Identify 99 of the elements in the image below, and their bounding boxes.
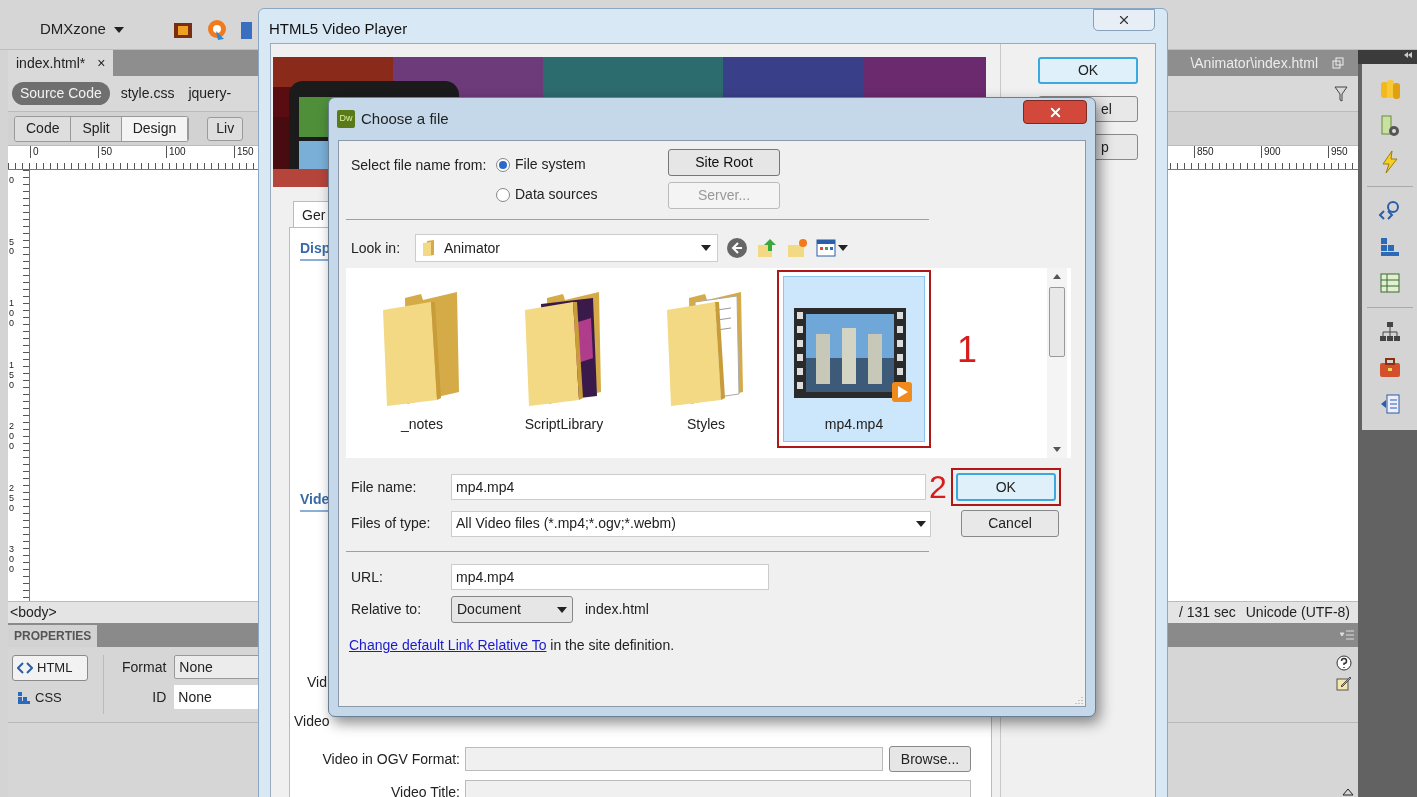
- site-definition-note: Change default Link Relative To in the site definition.: [349, 636, 676, 655]
- scrollbar[interactable]: [1047, 268, 1067, 458]
- relative-to-label: Relative to:: [351, 600, 423, 619]
- radio-button[interactable]: [496, 157, 510, 172]
- help-icon[interactable]: [1336, 655, 1352, 671]
- browse-button[interactable]: Browse...: [889, 746, 971, 772]
- file-item[interactable]: Styles: [635, 276, 777, 442]
- caret-icon: [916, 520, 926, 527]
- file-name-input[interactable]: mp4.mp4: [451, 474, 926, 500]
- scroll-down-icon[interactable]: [1053, 447, 1061, 452]
- radio-button[interactable]: [496, 187, 510, 202]
- panel-menu-icon[interactable]: [1340, 630, 1354, 640]
- app-badge: Dw: [337, 110, 355, 128]
- ruler-label: 850: [1194, 146, 1261, 158]
- ok-button[interactable]: OK: [955, 473, 1056, 501]
- table-icon[interactable]: [1377, 271, 1402, 295]
- ruler-label: 100: [9, 299, 15, 329]
- view-button[interactable]: Liv: [207, 116, 244, 141]
- callout-number: 2: [929, 471, 947, 503]
- file-type-select[interactable]: All Video files (*.mp4;*.ogv;*.webm): [451, 510, 931, 537]
- dialog-title: Choose a file: [361, 108, 449, 129]
- code-icon: [17, 662, 33, 674]
- change-link[interactable]: Change default Link Relative To: [349, 637, 547, 653]
- ruler-label: 150: [9, 360, 15, 391]
- property-mode-button[interactable]: CSS: [12, 685, 88, 711]
- sitemap-icon[interactable]: [1377, 320, 1402, 344]
- briefcase-icon[interactable]: [1377, 356, 1402, 380]
- format-label: Format: [122, 657, 167, 677]
- field-label: Video in OGV Format:: [321, 749, 460, 769]
- callout-number: 1: [957, 332, 978, 368]
- ruler-label: 200: [9, 422, 15, 452]
- properties-tab[interactable]: PROPERTIES: [8, 625, 98, 647]
- file-item[interactable]: mp4.mp4: [783, 276, 925, 442]
- related-file-tab[interactable]: jquery-: [185, 82, 235, 105]
- css-blocks-icon: [17, 691, 31, 705]
- relative-to-select[interactable]: Document: [451, 596, 573, 623]
- document-tab[interactable]: index.html* ×: [8, 50, 114, 76]
- ruler-label: 50: [98, 146, 166, 158]
- look-in-select[interactable]: Animator: [415, 234, 718, 262]
- tag-selector[interactable]: <body>: [10, 602, 57, 623]
- close-tab-button[interactable]: ×: [97, 52, 106, 74]
- input-field[interactable]: [465, 747, 883, 771]
- related-file-tab[interactable]: Source Code: [12, 82, 110, 105]
- file-name: _notes: [400, 415, 443, 434]
- select-from-label: Select file name from:: [351, 156, 488, 175]
- radio-option[interactable]: File system: [496, 154, 668, 175]
- file-name: ScriptLibrary: [524, 415, 604, 434]
- field-label: Video: [294, 712, 331, 731]
- related-file-tab[interactable]: style.css: [117, 82, 178, 105]
- new-folder-icon[interactable]: [786, 237, 808, 259]
- input-field[interactable]: [465, 780, 971, 797]
- ruler-label: 0: [30, 146, 98, 158]
- restore-icon[interactable]: [1332, 57, 1344, 69]
- expand-icon[interactable]: [1342, 788, 1354, 796]
- edit-icon[interactable]: [1336, 675, 1352, 691]
- view-menu-icon[interactable]: [816, 239, 836, 257]
- ruler-label: 0: [9, 176, 15, 186]
- document-path: \Animator\index.html: [1190, 53, 1318, 73]
- id-label: ID: [151, 687, 167, 707]
- filter-icon[interactable]: [1334, 85, 1348, 102]
- view-button[interactable]: Design: [121, 116, 189, 141]
- field-label: Video Title:: [390, 782, 460, 797]
- url-label: URL:: [351, 567, 384, 587]
- caret-icon: [557, 606, 567, 613]
- cancel-button[interactable]: Cancel: [961, 510, 1059, 537]
- view-button[interactable]: Split: [71, 116, 122, 141]
- field-label: Vid: [307, 673, 328, 692]
- up-folder-icon[interactable]: [756, 237, 778, 259]
- close-icon: [1117, 13, 1131, 27]
- file-item[interactable]: ScriptLibrary: [493, 276, 635, 442]
- resize-grip[interactable]: [1073, 694, 1083, 704]
- caret-icon: [113, 26, 124, 33]
- relative-file: index.html: [585, 600, 649, 619]
- caret-icon: [701, 245, 711, 251]
- ruler-label: 100: [166, 146, 234, 158]
- dialog-title: HTML5 Video Player: [269, 19, 408, 39]
- radio-option[interactable]: Data sources: [496, 184, 668, 205]
- file-type-label: Files of type:: [351, 514, 432, 533]
- caret-icon: [838, 245, 848, 251]
- dialog-button[interactable]: OK: [1038, 57, 1138, 84]
- scroll-thumb[interactable]: [1049, 287, 1065, 357]
- file-name: mp4.mp4: [824, 415, 884, 434]
- url-input[interactable]: mp4.mp4: [451, 564, 769, 590]
- file-name: Styles: [686, 415, 726, 434]
- ruler-label: 300: [9, 545, 15, 576]
- ruler-label: 50: [9, 237, 15, 258]
- site-button[interactable]: Site Root: [668, 149, 780, 176]
- file-item[interactable]: _notes: [351, 276, 493, 442]
- ruler-label: 900: [1261, 146, 1328, 158]
- encoding-label: Unicode (UTF-8): [1245, 603, 1350, 622]
- scroll-up-icon[interactable]: [1053, 274, 1061, 279]
- download-time: / 131 sec: [1178, 603, 1236, 622]
- close-button[interactable]: [1023, 100, 1087, 124]
- back-icon[interactable]: [726, 237, 748, 259]
- workspace-menu[interactable]: DMXzone: [36, 18, 128, 41]
- tab-label: index.html*: [16, 53, 86, 73]
- ruler-label: 250: [9, 483, 15, 514]
- view-button[interactable]: Code: [15, 116, 72, 141]
- property-mode-button[interactable]: HTML: [12, 655, 88, 681]
